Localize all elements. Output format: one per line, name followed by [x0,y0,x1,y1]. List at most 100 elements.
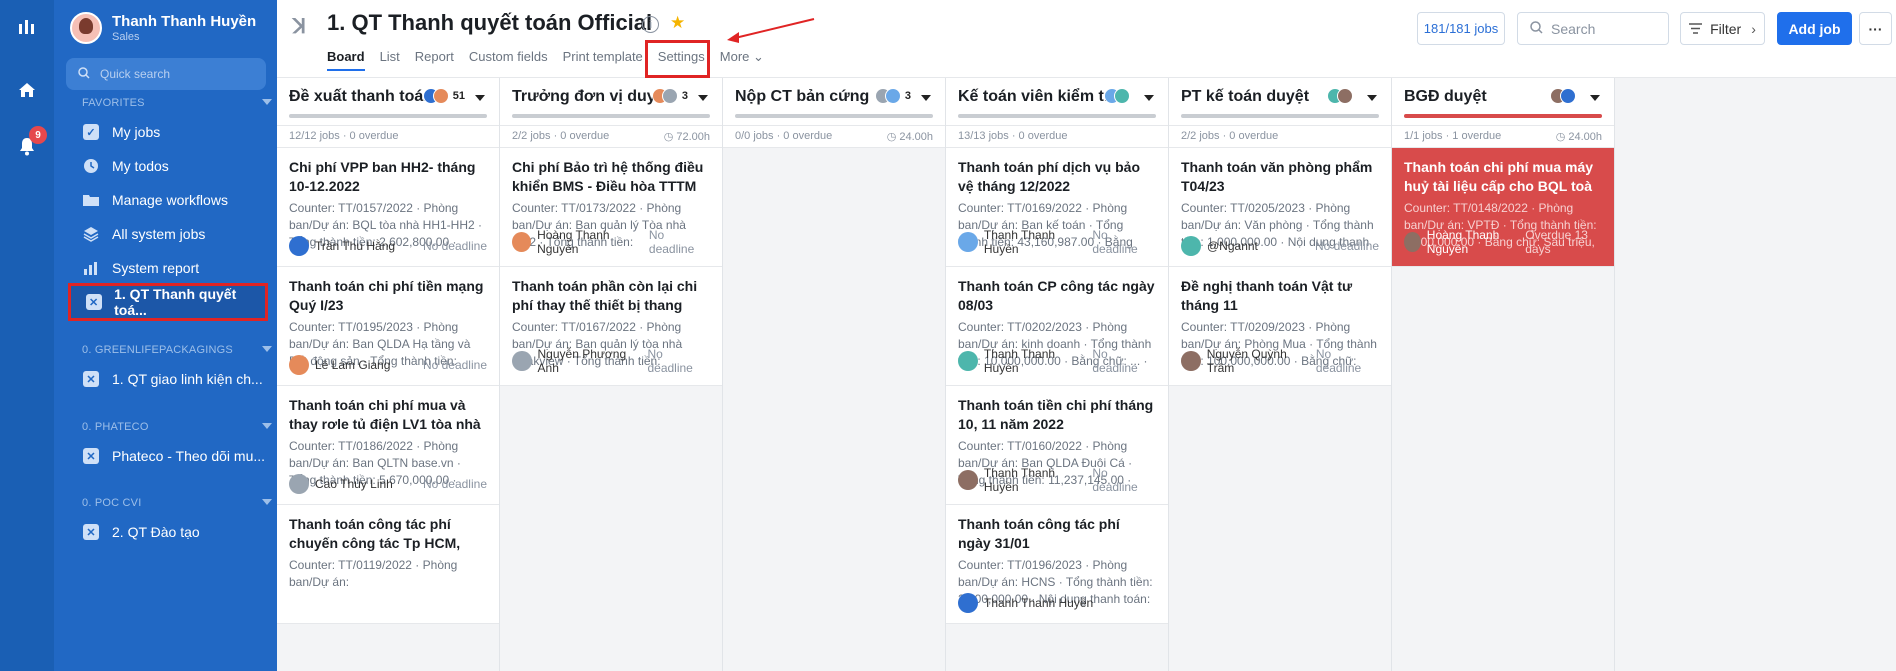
chevron-down-icon[interactable] [1590,95,1600,101]
job-card[interactable]: Thanh toán tiền chi phí tháng 10, 11 năm… [946,386,1168,505]
filter-icon [1689,21,1703,37]
tab-list[interactable]: List [380,49,400,71]
job-card-footer: Thanh Thanh Huyền No deadline [958,228,1156,256]
chevron-down-icon: ⌄ [753,49,764,64]
column-assignees[interactable]: 51 [422,88,465,104]
column-meta-text: 1/1 jobs · 1 overdue [1404,130,1502,142]
column-assignees[interactable]: 3 [874,88,911,104]
tab-report[interactable]: Report [415,49,454,71]
job-card[interactable]: Thanh toán phần còn lại chi phí thay thế… [500,267,722,386]
sidebar-item-qt-thanh-quyet-toan[interactable]: ✕ 1. QT Thanh quyết toá... [68,283,268,321]
section-greenlife[interactable]: 0. GREENLIFEPACKAGINGS [82,344,272,356]
job-card-deadline: No deadline [1092,466,1138,494]
job-card[interactable]: Thanh toán chi phí tiền mạng Quý I/23 Cou… [277,267,499,386]
column-assignees[interactable] [1104,88,1134,104]
column-meta-text: 12/12 jobs · 0 overdue [289,130,399,142]
sidebar-item-my-jobs[interactable]: ✓ My jobs [82,117,272,147]
job-card-assignee: Nguyễn Phương Anh [537,347,627,375]
job-card-title: Thanh toán công tác phí ngày 31/01 [958,516,1120,551]
chevron-down-icon[interactable] [921,95,931,101]
sidebar-item-my-todos[interactable]: My todos [82,151,272,181]
info-icon[interactable]: i [642,16,659,33]
job-card[interactable]: Đề nghị thanh toán Vật tư tháng 11 Counte… [1169,267,1391,386]
sidebar-item-label: My todos [112,158,169,174]
kanban-board: Đề xuất thanh toán 51 12/12 jobs · 0 overd… [277,78,1896,671]
star-icon[interactable]: ★ [670,13,685,33]
sidebar-item-manage-workflows[interactable]: Manage workflows [82,185,272,215]
tab-custom-fields[interactable]: Custom fields [469,49,548,71]
sidebar-item-qt-giao-linh-kien[interactable]: ✕ 1. QT giao linh kiện ch... [82,364,272,394]
job-card[interactable]: Thanh toán công tác phí chuyến công tác … [277,505,499,624]
section-phateco-label: 0. PHATECO [82,421,149,433]
column-header[interactable]: Trưởng đơn vị duyệt 3 [500,78,722,126]
annotation-arrow-icon [727,18,815,43]
column-header[interactable]: PT kế toán duyệt [1169,78,1391,126]
avatar [512,232,532,252]
column-progress-bar [1404,114,1602,118]
column-assignees[interactable]: 3 [651,88,688,104]
chevron-down-icon[interactable] [1144,95,1154,101]
job-card-deadline: No deadline [422,239,487,253]
job-card[interactable]: Thanh toán văn phòng phẩm T04/23 Counter:… [1169,148,1391,267]
job-card-deadline: No deadline [1092,347,1138,375]
job-card[interactable]: Thanh toán CP công tác ngày 08/03 Counter… [946,267,1168,386]
column-assignees[interactable] [1550,88,1580,104]
column-assignees[interactable] [1327,88,1357,104]
column-progress-bar [1181,114,1379,118]
workflow-icon: ✕ [85,293,102,311]
job-card-footer: Hoàng Thanh Nguyên No deadline [512,228,710,256]
sidebar-item-qt-dao-tao[interactable]: ✕ 2. QT Đào tạo [82,517,272,547]
column-header[interactable]: Nộp CT bản cứng 3 [723,78,945,126]
chevron-down-icon[interactable] [698,95,708,101]
chevron-down-icon [262,99,272,105]
sidebar-item-all-system-jobs[interactable]: All system jobs [82,219,272,249]
add-job-button[interactable]: Add job [1777,12,1852,45]
column-header[interactable]: Đề xuất thanh toán 51 [277,78,499,126]
more-options-button[interactable]: ··· [1859,12,1892,45]
column-time: ◷ 72.00h [664,130,710,143]
job-card[interactable]: Thanh toán công tác phí ngày 31/01 Counte… [946,505,1168,624]
avatar [884,88,901,104]
job-card-assignee: Thanh Thanh Huyền [983,347,1056,375]
job-card-footer: Thanh Thanh Huyền [958,593,1156,613]
job-card[interactable]: Chi phí VPP ban HH2- tháng 10-12.2022 Cou… [277,148,499,267]
job-card-assignee: Lê Lam Giang [315,358,391,372]
home-icon[interactable] [15,78,39,102]
sidebar-item-label: Phateco - Theo dõi mu... [112,448,266,464]
job-card[interactable]: Thanh toán phí dịch vụ bảo vệ tháng 12/2… [946,148,1168,267]
tab-more[interactable]: More ⌄ [720,49,764,71]
column-progress-bar [289,114,487,118]
job-card-footer: Nguyễn Quỳnh Trâm No deadline [1181,347,1379,375]
chevron-down-icon[interactable] [1367,95,1377,101]
avatar [1181,236,1201,256]
job-card-assignee: Thanh Thanh Huyền [984,596,1094,610]
sidebar-item-phateco-theo-doi[interactable]: ✕ Phateco - Theo dõi mu... [82,441,272,471]
column-assignee-count: 3 [904,90,911,102]
avatar [958,351,978,371]
sidebar-item-system-report[interactable]: System report [82,253,272,283]
column-header[interactable]: BGĐ duyệt [1392,78,1614,126]
filter-button[interactable]: Filter › [1680,12,1765,45]
section-favorites-label: FAVORITES [82,97,145,109]
job-card[interactable]: Thanh toán chi phí mua máy huỷ tài liệu … [1392,148,1614,267]
user-profile[interactable]: Thanh Thanh Huyền Sales [70,12,256,44]
job-card-deadline: No deadline [422,477,487,491]
column-meta-text: 2/2 jobs · 0 overdue [1181,130,1279,142]
page-header: ꓘ 1. QT Thanh quyết toán Official i ★ Bo… [277,0,1896,78]
tab-board[interactable]: Board [327,49,365,71]
search-input[interactable]: Search [1517,12,1669,45]
app-logo-icon[interactable] [15,16,39,40]
tab-print-template[interactable]: Print template [563,49,643,71]
section-poc[interactable]: 0. POC CVI [82,497,272,509]
jobs-count-button[interactable]: 181/181 jobs [1417,12,1505,45]
job-card[interactable]: Chi phí Bảo trì hệ thống điều khiển BMS … [500,148,722,267]
job-card-footer: @Ngannt No deadline [1181,236,1379,256]
job-card-deadline: Overdue 13 days [1525,228,1588,256]
section-favorites[interactable]: FAVORITES [82,97,272,109]
quick-search-input[interactable]: Quick search [66,58,266,90]
chevron-down-icon[interactable] [475,95,485,101]
quick-search-placeholder: Quick search [100,67,171,81]
column-header[interactable]: Kế toán viên kiểm tra [946,78,1168,126]
job-card[interactable]: Thanh toán chi phí mua và thay rơle tủ đ… [277,386,499,505]
section-phateco[interactable]: 0. PHATECO [82,421,272,433]
